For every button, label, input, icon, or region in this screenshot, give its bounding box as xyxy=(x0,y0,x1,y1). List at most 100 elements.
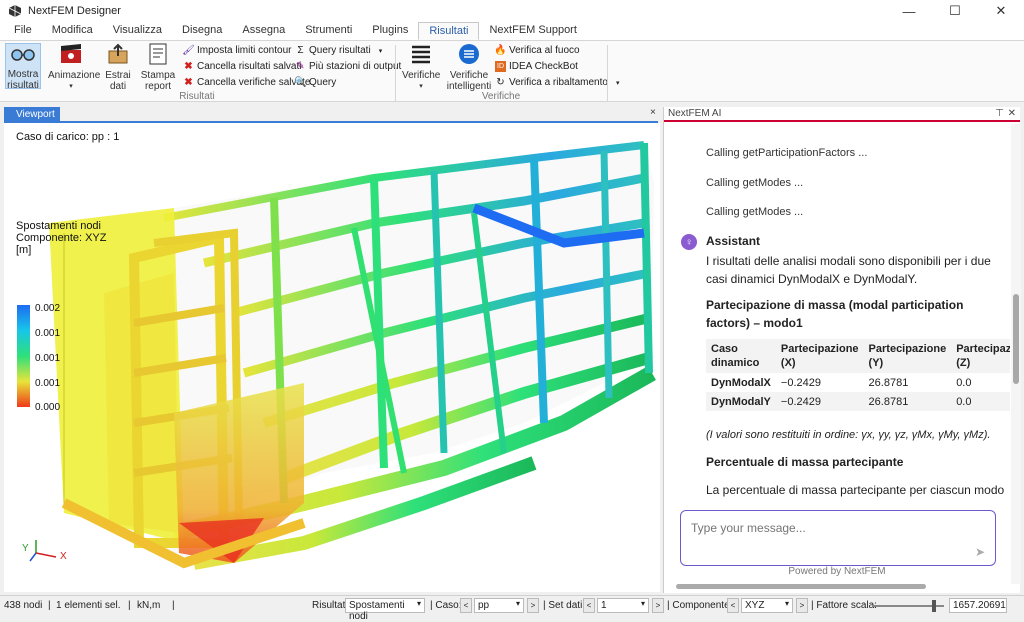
table-header: Partecipazione (X) xyxy=(775,339,864,373)
scale-slider[interactable] xyxy=(872,600,944,612)
idea-checkbot-button[interactable]: ID IDEA CheckBot xyxy=(495,61,578,72)
tab-disegna[interactable]: Disegna xyxy=(172,22,232,40)
prev-set-button[interactable]: < xyxy=(583,598,595,613)
componente-label: | Componente: xyxy=(667,600,733,611)
tab-file[interactable]: File xyxy=(4,22,42,40)
table-cell: 0.0 xyxy=(951,392,1010,411)
glasses-icon xyxy=(11,49,35,61)
send-icon[interactable]: ➤ xyxy=(975,545,985,559)
tab-plugins[interactable]: Plugins xyxy=(362,22,418,40)
tab-modifica[interactable]: Modifica xyxy=(42,22,103,40)
verifica-fuoco-label: Verifica al fuoco xyxy=(509,45,580,56)
tab-nextfem-support[interactable]: NextFEM Support xyxy=(479,22,586,40)
next-componente-button[interactable]: > xyxy=(796,598,808,613)
structure-model xyxy=(49,141,656,570)
chat-messages[interactable]: Calling getParticipationFactors ... Call… xyxy=(664,124,1010,502)
menu-bar: File Modifica Visualizza Disegna Assegna… xyxy=(0,22,1024,40)
axis-x-label: X xyxy=(60,551,67,562)
tab-strumenti[interactable]: Strumenti xyxy=(295,22,362,40)
viewport-3d[interactable]: Caso di carico: pp : 1 Spostamenti nodi … xyxy=(4,123,660,592)
tab-risultati[interactable]: Risultati xyxy=(418,22,480,40)
viewport-close-icon[interactable]: × xyxy=(650,107,656,118)
results-unit-label: [m] xyxy=(16,244,32,256)
pin-icon[interactable]: ⊤ xyxy=(995,107,1004,121)
group-separator xyxy=(607,45,608,101)
caso-select[interactable]: pp ▾ xyxy=(474,598,524,613)
piu-stazioni-button[interactable]: ✎ Più stazioni di output xyxy=(295,61,401,72)
message-input[interactable] xyxy=(691,521,971,535)
smart-check-icon xyxy=(459,44,479,64)
group-risultati-label: Risultati xyxy=(179,91,215,102)
stampa-report-button[interactable]: Stampa report xyxy=(140,43,176,92)
close-button[interactable]: ✕ xyxy=(978,0,1024,22)
animazione-label: Animazione xyxy=(48,70,101,81)
table-cell: 26.8781 xyxy=(868,376,909,389)
imposta-limiti-button[interactable]: 🖌 Imposta limiti contour xyxy=(182,45,291,56)
table-cell: 26.8781 xyxy=(863,392,952,411)
verifica-ribaltamento-button[interactable]: ↻ Verifica a ribaltamento ▾ xyxy=(495,77,619,88)
prev-caso-button[interactable]: < xyxy=(460,598,472,613)
verifica-fuoco-button[interactable]: 🔥 Verifica al fuoco xyxy=(494,45,580,56)
set-dati-select[interactable]: 1 ▾ xyxy=(597,598,649,613)
close-icon[interactable]: ✕ xyxy=(1008,107,1016,121)
query-risultati-button[interactable]: Σ Query risultati ▾ xyxy=(295,45,382,56)
table-cell: DynModalY xyxy=(706,392,776,411)
fire-icon: 🔥 xyxy=(494,45,507,56)
maximize-button[interactable]: ☐ xyxy=(932,0,978,22)
chevron-down-icon: ▾ xyxy=(515,599,520,608)
ribbon: Mostra risultati Animazione ▾ Estrai dat… xyxy=(0,40,1024,102)
table-row: DynModalY −0.2429 26.8781 0.0 xyxy=(706,392,1010,411)
cancella-risultati-button[interactable]: ✖ Cancella risultati salvati xyxy=(183,61,302,72)
risultati-select[interactable]: Spostamenti nodi ▾ xyxy=(345,598,425,622)
viewport-tab[interactable]: Viewport xyxy=(4,107,60,122)
legend-value: 0.001 xyxy=(35,328,61,339)
animazione-button[interactable]: Animazione ▾ xyxy=(48,43,101,92)
scrollbar-thumb[interactable] xyxy=(676,584,926,589)
tool-call-message: Calling getParticipationFactors ... xyxy=(706,147,868,159)
assistant-heading: Percentuale di massa partecipante xyxy=(706,455,904,469)
query-ris-label: Query risultati xyxy=(309,45,371,56)
next-caso-button[interactable]: > xyxy=(527,598,539,613)
results-type-label: Spostamenti nodi xyxy=(16,220,101,232)
componente-select[interactable]: XYZ ▾ xyxy=(741,598,793,613)
horizontal-scrollbar[interactable] xyxy=(668,581,998,591)
participation-table: Caso dinamico Partecipazione (X) Parteci… xyxy=(706,339,1010,411)
rotate-icon: ↻ xyxy=(496,77,505,88)
table-header: Caso dinamico xyxy=(706,339,776,373)
verifiche-intelligenti-button[interactable]: Verifiche intelligenti xyxy=(446,43,492,92)
cancella-verifiche-button[interactable]: ✖ Cancella verifiche salvate xyxy=(183,77,310,88)
idea-label: IDEA CheckBot xyxy=(509,61,578,72)
mostra-risultati-button[interactable]: Mostra risultati xyxy=(5,43,41,91)
fattore-input[interactable]: 1657.20691 xyxy=(949,598,1007,613)
idea-icon: ID xyxy=(495,61,506,72)
table-cell: −0.2429 xyxy=(775,392,864,411)
assistant-avatar-icon: ♀ xyxy=(681,234,697,250)
scrollbar-thumb[interactable] xyxy=(1013,294,1019,384)
tab-visualizza[interactable]: Visualizza xyxy=(103,22,172,40)
fattore-label: | Fattore scala: xyxy=(811,600,877,611)
estrai-dati-button[interactable]: Estrai dati xyxy=(102,43,134,92)
cancella-ris-label: Cancella risultati salvati xyxy=(197,61,302,72)
prev-componente-button[interactable]: < xyxy=(727,598,739,613)
status-bar: 438 nodi | 1 elementi sel. | kN,m | Risu… xyxy=(0,595,1024,622)
estrai-label: Estrai dati xyxy=(105,70,131,92)
query-button[interactable]: 🔍 Query xyxy=(294,77,336,88)
export-box-icon xyxy=(108,43,128,64)
chat-scrollbar[interactable] xyxy=(1011,124,1021,584)
tab-assegna[interactable]: Assegna xyxy=(232,22,295,40)
app-logo-icon xyxy=(8,5,22,17)
minimize-button[interactable]: — xyxy=(886,0,932,22)
axis-triad: Y X xyxy=(22,535,72,568)
legend-value: 0.002 xyxy=(35,303,61,314)
status-divider: | xyxy=(172,600,175,611)
next-set-button[interactable]: > xyxy=(652,598,664,613)
message-input-box[interactable]: ➤ xyxy=(680,510,996,566)
group-verifiche-label: Verifiche xyxy=(481,91,521,102)
caso-value: pp xyxy=(478,600,490,611)
magnifier-icon: 🔍 xyxy=(294,77,307,88)
powered-by-label: Powered by NextFEM xyxy=(788,566,886,577)
assistant-name: Assistant xyxy=(706,234,761,248)
slider-thumb[interactable] xyxy=(932,600,936,612)
verifiche-button[interactable]: Verifiche ▾ xyxy=(402,43,440,92)
assistant-heading: Partecipazione di massa (modal participa… xyxy=(706,298,964,330)
